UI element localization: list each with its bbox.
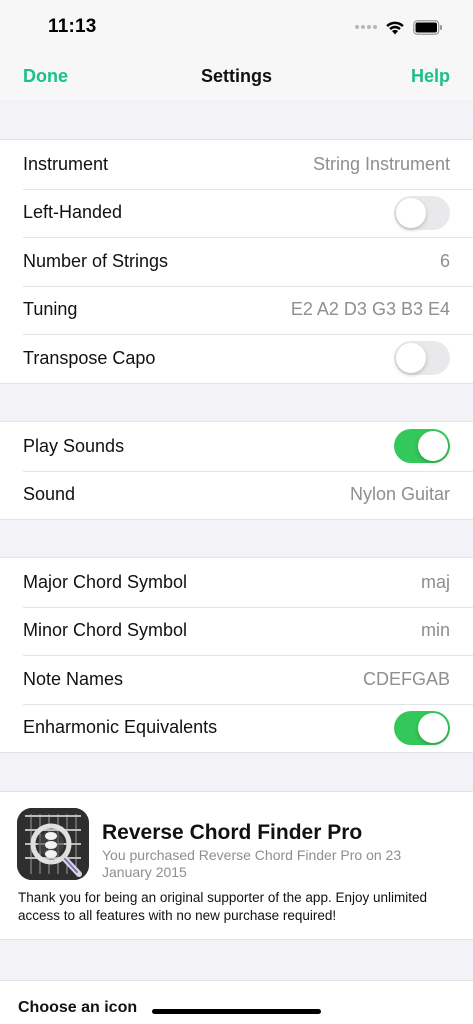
home-indicator[interactable]: [152, 1009, 321, 1014]
notation-settings-group: Major Chord Symbol maj Minor Chord Symbo…: [0, 557, 473, 753]
major-chord-symbol-row[interactable]: Major Chord Symbol maj: [0, 558, 473, 607]
promo-title: Reverse Chord Finder Pro: [102, 821, 363, 844]
minor-chord-symbol-row[interactable]: Minor Chord Symbol min: [0, 606, 473, 656]
purchase-date-text: You purchased Reverse Chord Finder Pro o…: [102, 847, 402, 880]
left-handed-row: Left-Handed: [0, 188, 473, 238]
choose-icon-section: Choose an icon: [0, 980, 473, 1024]
row-value: CDEFGAB: [362, 668, 450, 689]
transpose-capo-toggle[interactable]: [394, 341, 450, 376]
row-label: Transpose Capo: [23, 347, 156, 368]
note-names-row[interactable]: Note Names CDEFGAB: [0, 655, 473, 704]
play-sounds-toggle[interactable]: [394, 429, 450, 464]
choose-icon-heading: Choose an icon: [18, 999, 138, 1016]
row-value: E2 A2 D3 G3 B3 E4: [290, 299, 450, 320]
play-sounds-row: Play Sounds: [0, 422, 473, 471]
thank-you-text: Thank you for being an original supporte…: [18, 890, 428, 923]
number-of-strings-row[interactable]: Number of Strings 6: [0, 237, 473, 286]
sound-row[interactable]: Sound Nylon Guitar: [0, 470, 473, 520]
row-label: Tuning: [23, 299, 78, 320]
row-label: Enharmonic Equivalents: [23, 717, 218, 738]
app-logo-icon: [17, 808, 89, 880]
row-label: Major Chord Symbol: [23, 571, 188, 592]
wifi-icon: [386, 21, 404, 34]
row-value: min: [420, 620, 450, 641]
status-icons: [355, 18, 443, 36]
row-label: Play Sounds: [23, 435, 125, 456]
status-bar: 11:13: [0, 0, 473, 54]
row-label: Note Names: [23, 668, 124, 689]
row-label: Instrument: [23, 153, 109, 174]
navigation-bar: Done Settings Help: [0, 54, 473, 100]
transpose-capo-row: Transpose Capo: [0, 334, 473, 383]
tuning-row[interactable]: Tuning E2 A2 D3 G3 B3 E4: [0, 285, 473, 335]
row-value: 6: [439, 250, 450, 271]
row-value: String Instrument: [312, 153, 450, 174]
instrument-row[interactable]: Instrument String Instrument: [0, 140, 473, 189]
row-label: Sound: [23, 484, 76, 505]
left-handed-toggle[interactable]: [394, 195, 450, 230]
status-time: 11:13: [48, 16, 97, 37]
row-label: Left-Handed: [23, 202, 123, 223]
page-title: Settings: [200, 66, 272, 86]
sound-settings-group: Play Sounds Sound Nylon Guitar: [0, 421, 473, 520]
row-value: Nylon Guitar: [349, 484, 450, 505]
help-button[interactable]: Help: [411, 66, 450, 87]
instrument-settings-group: Instrument String Instrument Left-Handed…: [0, 139, 473, 384]
row-value: maj: [420, 571, 450, 592]
purchase-info-card: Reverse Chord Finder Pro You purchased R…: [0, 791, 473, 940]
signal-icon: [355, 25, 377, 29]
enharmonic-equivalents-row: Enharmonic Equivalents: [0, 703, 473, 753]
row-label: Number of Strings: [23, 250, 169, 271]
row-label: Minor Chord Symbol: [23, 620, 188, 641]
enharmonic-equivalents-toggle[interactable]: [394, 710, 450, 745]
battery-icon: [413, 19, 442, 35]
